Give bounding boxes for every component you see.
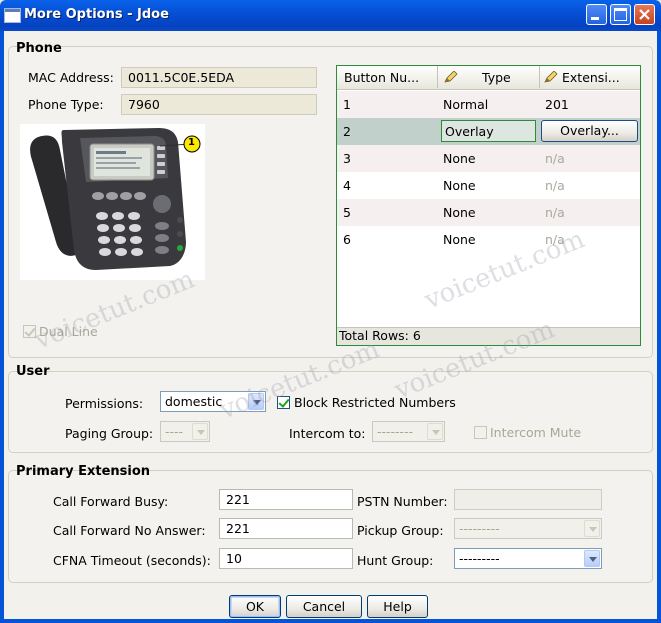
paging-group-select[interactable]: ----	[160, 421, 210, 442]
button-number-cell: 6	[343, 232, 351, 247]
permissions-value: domestic	[165, 394, 223, 409]
intercom-mute-checkbox[interactable]	[474, 426, 487, 439]
call-forward-busy-input[interactable]: 221	[219, 489, 353, 510]
phone-image: 1	[20, 124, 205, 280]
window-frame-right	[657, 31, 661, 623]
pickup-group-label: Pickup Group:	[357, 523, 444, 538]
overlay-button[interactable]: Overlay...	[541, 120, 638, 142]
maximize-button[interactable]	[610, 4, 631, 25]
pstn-number-input[interactable]	[454, 489, 602, 510]
hunt-group-label: Hunt Group:	[357, 553, 434, 568]
phone-buttons-table: Button Nu... Type Extensi... 1 Normal 20…	[336, 65, 641, 346]
type-cell: None	[443, 178, 476, 193]
user-section-title: User	[16, 364, 50, 379]
column-header-button-number[interactable]: Button Nu...	[337, 66, 438, 88]
call-forward-busy-label: Call Forward Busy:	[53, 494, 169, 509]
permissions-select[interactable]: domestic	[160, 391, 266, 412]
chevron-down-icon	[248, 393, 264, 410]
column-header-type[interactable]: Type	[438, 66, 540, 88]
button-number-cell: 3	[343, 151, 351, 166]
button-number-cell: 2	[343, 124, 351, 139]
table-footer: Total Rows: 6	[337, 327, 640, 345]
column-header-type-label: Type	[482, 70, 511, 85]
mac-address-label: MAC Address:	[28, 70, 114, 85]
button-number-cell: 5	[343, 205, 351, 220]
column-header-extension-label: Extensi...	[562, 70, 620, 85]
ip-phone-illustration	[30, 128, 201, 270]
type-cell: None	[443, 205, 476, 220]
pencil-icon	[444, 71, 458, 83]
table-row[interactable]: 5 None n/a	[337, 199, 640, 226]
extension-cell: n/a	[545, 232, 565, 247]
chevron-down-icon	[584, 550, 600, 567]
close-icon	[639, 9, 650, 20]
intercom-mute-label: Intercom Mute	[490, 425, 582, 440]
table-row[interactable]: 1 Normal 201	[337, 91, 640, 118]
dual-line-checkbox[interactable]	[23, 325, 36, 338]
hunt-group-select[interactable]: ---------	[454, 548, 602, 569]
column-header-extension[interactable]: Extensi...	[540, 66, 640, 88]
pickup-group-select[interactable]: ---------	[454, 518, 602, 539]
cancel-button[interactable]: Cancel	[286, 595, 362, 618]
paging-group-label: Paging Group:	[65, 426, 154, 441]
table-header: Button Nu... Type Extensi...	[337, 66, 640, 90]
extension-cell: n/a	[545, 151, 565, 166]
pickup-group-value: ---------	[459, 521, 500, 536]
paging-group-value: ----	[165, 424, 184, 439]
table-row-selected[interactable]: 2 Overlay Overlay...	[337, 118, 640, 145]
cfna-timeout-input[interactable]: 10	[219, 548, 353, 569]
extension-cell: n/a	[545, 178, 565, 193]
button-number-cell: 1	[343, 97, 351, 112]
close-button[interactable]	[634, 4, 655, 25]
intercom-to-label: Intercom to:	[289, 426, 366, 441]
type-cell: None	[443, 232, 476, 247]
chevron-down-icon	[427, 423, 443, 440]
extension-cell: 201	[545, 97, 569, 112]
cfna-timeout-label: CFNA Timeout (seconds):	[53, 553, 211, 568]
phone-callout-number: 1	[188, 137, 195, 148]
window-title: More Options - Jdoe	[24, 7, 169, 22]
pstn-number-label: PSTN Number:	[357, 494, 448, 509]
phone-type-field: 7960	[121, 94, 317, 115]
type-cell: Normal	[443, 97, 489, 112]
phone-type-label: Phone Type:	[28, 97, 104, 112]
mac-address-field: 0011.5C0E.5EDA	[121, 67, 317, 88]
call-forward-no-answer-label: Call Forward No Answer:	[53, 523, 206, 538]
type-cell: None	[443, 151, 476, 166]
block-restricted-label: Block Restricted Numbers	[294, 395, 456, 410]
help-button[interactable]: Help	[367, 595, 428, 618]
extension-cell: n/a	[545, 205, 565, 220]
type-cell-editor[interactable]: Overlay	[441, 120, 536, 142]
button-number-cell: 4	[343, 178, 351, 193]
window-frame-bottom	[0, 619, 661, 623]
intercom-to-value: --------	[377, 424, 414, 439]
call-forward-no-answer-input[interactable]: 221	[219, 518, 353, 539]
title-bar: More Options - Jdoe	[0, 0, 661, 31]
table-row[interactable]: 3 None n/a	[337, 145, 640, 172]
pencil-icon	[544, 71, 558, 83]
intercom-to-select[interactable]: --------	[372, 421, 445, 442]
table-row[interactable]: 4 None n/a	[337, 172, 640, 199]
table-row[interactable]: 6 None n/a	[337, 226, 640, 253]
primary-extension-section-title: Primary Extension	[16, 464, 151, 479]
minimize-button[interactable]	[586, 4, 607, 25]
chevron-down-icon	[192, 423, 208, 440]
window-icon	[4, 8, 21, 23]
dual-line-label: Dual Line	[39, 324, 98, 339]
hunt-group-value: ---------	[459, 551, 500, 566]
phone-section-title: Phone	[16, 41, 62, 56]
chevron-down-icon	[584, 520, 600, 537]
permissions-label: Permissions:	[65, 396, 144, 411]
ok-button[interactable]: OK	[229, 595, 281, 618]
block-restricted-checkbox[interactable]	[277, 396, 290, 409]
